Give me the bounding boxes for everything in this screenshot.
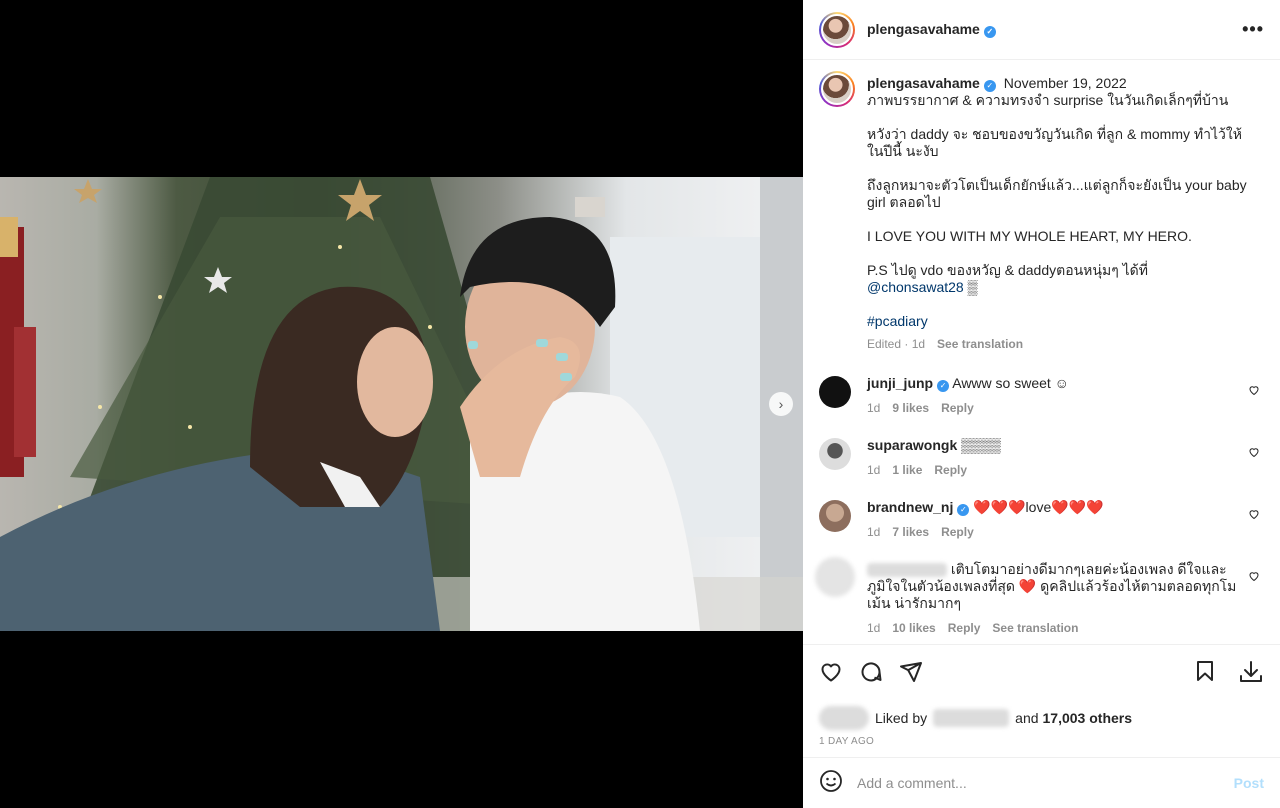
comment-item: เติบโตมาอย่างดีมากๆเลยค่ะน้องเพลง ดีใจแล…: [815, 557, 1264, 637]
verified-icon: ✓: [983, 80, 996, 92]
add-comment-bar: Post: [803, 757, 1280, 808]
comments-scroll[interactable]: plengasavahame ✓ November 19, 2022 ภาพบรร…: [803, 61, 1280, 644]
liked-and-label: and: [1015, 710, 1039, 726]
comment-likes[interactable]: 7 likes: [892, 524, 929, 541]
comment-input[interactable]: [857, 775, 1234, 791]
comment-like-icon[interactable]: [1248, 445, 1260, 463]
heart-icon[interactable]: [819, 660, 843, 689]
reply-button[interactable]: Reply: [941, 400, 974, 417]
comment-emoji: ❤️❤️❤️: [1051, 499, 1104, 515]
media-viewer: ›: [0, 0, 803, 808]
mention-link[interactable]: @chonsawat28: [867, 279, 964, 295]
comment-like-icon[interactable]: [1248, 383, 1260, 401]
likes-summary[interactable]: Liked by and 17,003 others: [819, 706, 1264, 730]
reply-button[interactable]: Reply: [934, 462, 967, 479]
caption: plengasavahame ✓ November 19, 2022 ภาพบรร…: [819, 71, 1264, 353]
comment-likes[interactable]: 1 like: [892, 462, 922, 479]
post-time-ago: 1 DAY AGO: [819, 736, 875, 747]
comment-time: 1d: [867, 401, 881, 415]
comment-time: 1d: [867, 621, 881, 635]
avatar[interactable]: [819, 71, 855, 107]
comment-username[interactable]: junji_junp: [867, 375, 933, 391]
username-text[interactable]: plengasavahame: [867, 21, 980, 37]
comment-like-icon[interactable]: [1248, 507, 1260, 525]
comment-likes[interactable]: 9 likes: [892, 400, 929, 417]
comment-text: Awww so sweet ☺: [952, 375, 1069, 391]
header-username[interactable]: plengasavahame ✓: [867, 21, 996, 38]
emoji-icon[interactable]: [819, 769, 843, 798]
comment-emoji: ❤️❤️❤️: [973, 499, 1026, 515]
comment-item: junji_junp ✓ Awww so sweet ☺ 1d 9 likes R…: [819, 375, 1264, 417]
comment-item: suparawongk ▒▒▒▒ 1d 1 like Reply: [819, 437, 1264, 479]
comment-item: brandnew_nj ✓ ❤️❤️❤️love❤️❤️❤️ 1d 7 likes…: [819, 499, 1264, 541]
caption-ps-text: P.S ไปดู vdo ของหวัญ & daddyตอนหนุ่มๆ ได…: [867, 262, 1148, 278]
avatar[interactable]: [815, 557, 855, 597]
caption-meta: Edited · 1d See translation: [867, 336, 1247, 353]
caption-paragraph: I LOVE YOU WITH MY WHOLE HEART, MY HERO.: [867, 228, 1192, 244]
likes-count[interactable]: 17,003 others: [1043, 710, 1133, 726]
verified-icon: ✓: [957, 504, 970, 516]
hashtag-link[interactable]: #pcadiary: [867, 313, 928, 329]
liker-avatars: [819, 706, 869, 730]
verified-icon: ✓: [937, 380, 950, 392]
caption-paragraph: หวังว่า daddy จะ ชอบของขวัญวันเกิด ที่ลู…: [867, 126, 1242, 159]
comment-username[interactable]: brandnew_nj: [867, 499, 953, 515]
post-header: plengasavahame ✓ •••: [803, 0, 1280, 60]
caption-paragraph: ถึงลูกหมาจะตัวโตเป็นเด็กยักษ์แล้ว...แต่ล…: [867, 177, 1247, 210]
post-photo[interactable]: [0, 177, 803, 631]
caption-ps-tail: ▒: [963, 279, 978, 295]
post-actions: Liked by and 17,003 others 1 DAY AGO: [803, 644, 1280, 747]
blurred-liker: [933, 709, 1010, 727]
next-arrow-icon[interactable]: ›: [769, 392, 793, 416]
caption-username[interactable]: plengasavahame: [867, 75, 980, 91]
see-translation-button[interactable]: See translation: [992, 620, 1078, 637]
comment-time: 1d: [867, 525, 881, 539]
comment-emoji: ❤️: [1018, 578, 1037, 594]
post-details-panel: plengasavahame ✓ ••• plengasavahame ✓ Nove…: [803, 0, 1280, 808]
see-translation-button[interactable]: See translation: [937, 336, 1023, 353]
post-date: November 19, 2022: [1003, 75, 1127, 91]
photo-illustration: [0, 177, 803, 631]
avatar[interactable]: [819, 438, 851, 470]
avatar[interactable]: [819, 376, 851, 408]
caption-paragraph: P.S ไปดู vdo ของหวัญ & daddyตอนหนุ่มๆ ได…: [867, 262, 1247, 296]
edited-label: Edited · 1d: [867, 337, 926, 351]
share-icon[interactable]: [899, 660, 923, 689]
comment-text: ▒▒▒▒: [961, 437, 1001, 453]
caption-text: plengasavahame ✓ November 19, 2022 ภาพบรร…: [867, 71, 1247, 353]
liked-by-label: Liked by: [875, 710, 928, 726]
caption-line: ภาพบรรยากาศ & ความทรงจำ surprise ในวันเก…: [867, 92, 1229, 108]
comment-like-icon[interactable]: [1248, 569, 1260, 587]
comment-time: 1d: [867, 463, 881, 477]
reply-button[interactable]: Reply: [941, 524, 974, 541]
blurred-username: [867, 563, 947, 578]
comment-username[interactable]: suparawongk: [867, 437, 957, 453]
comment-likes[interactable]: 10 likes: [892, 620, 935, 637]
verified-icon: ✓: [983, 26, 996, 38]
more-icon[interactable]: •••: [1242, 19, 1264, 40]
download-icon[interactable]: [1238, 659, 1264, 690]
bookmark-icon[interactable]: [1194, 659, 1216, 690]
avatar[interactable]: [819, 500, 851, 532]
comment-icon[interactable]: [859, 660, 883, 689]
post-button[interactable]: Post: [1234, 775, 1264, 791]
reply-button[interactable]: Reply: [948, 620, 981, 637]
avatar[interactable]: [819, 11, 855, 48]
comment-text: love: [1025, 499, 1052, 515]
